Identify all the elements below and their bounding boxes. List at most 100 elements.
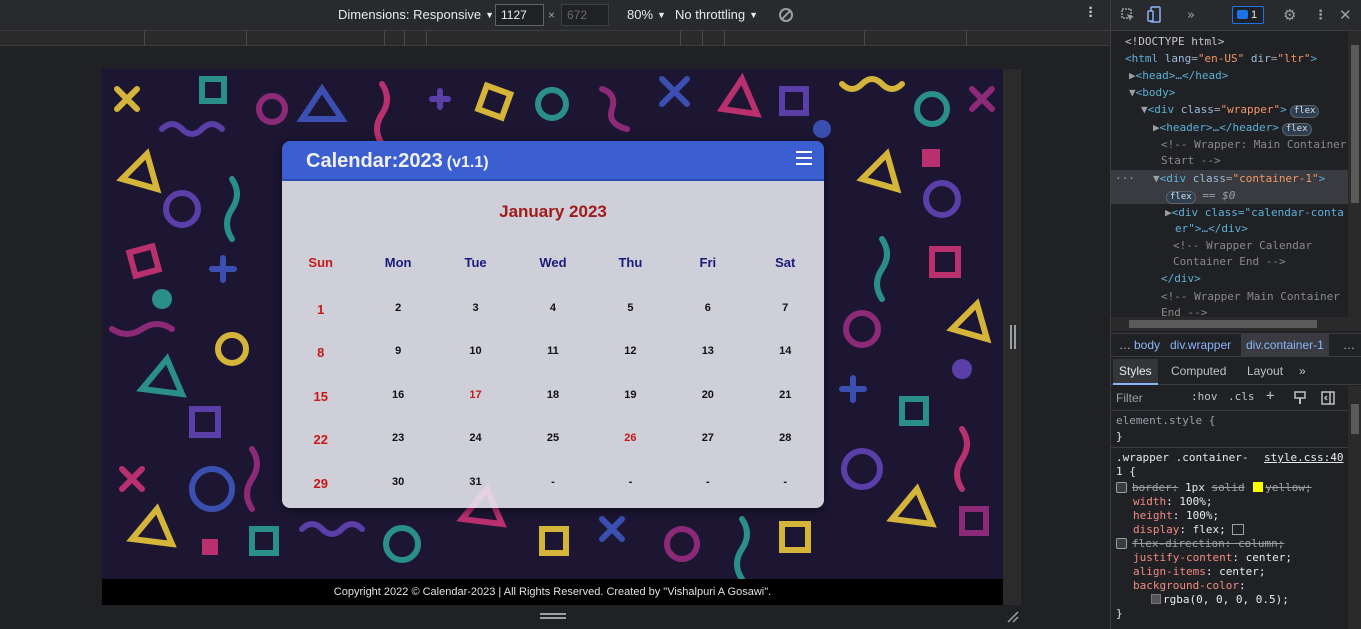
prop-background-color-value[interactable]: rgba(0, 0, 0, 0.5); — [1149, 593, 1289, 607]
day-cell[interactable]: 27 — [669, 429, 746, 472]
day-cell[interactable]: 12 — [592, 342, 669, 385]
element-style-rule[interactable]: element.style { — [1116, 414, 1215, 428]
prop-border[interactable]: border: 1px solid yellow; — [1116, 481, 1312, 495]
comment-node[interactable]: Start --> — [1161, 152, 1348, 169]
wrapper-node[interactable]: ▼<div class="wrapper"> flex — [1141, 101, 1348, 118]
tree-vertical-scrollbar[interactable] — [1348, 31, 1361, 317]
comment-node[interactable]: Container End --> — [1173, 253, 1348, 270]
prop-height[interactable]: height: 100%; — [1133, 509, 1219, 523]
calendar-container-node-cont[interactable]: er">…</div> — [1175, 220, 1348, 237]
day-cell[interactable]: 15 — [282, 386, 359, 429]
rotate-icon[interactable] — [779, 8, 793, 22]
comment-node[interactable]: <!-- Wrapper Main Container — [1161, 288, 1348, 305]
rule-selector[interactable]: .wrapper .container- — [1116, 451, 1248, 465]
day-cell[interactable]: 30 — [359, 473, 436, 508]
property-checkbox[interactable] — [1116, 482, 1127, 493]
prop-flex-direction[interactable]: flex-direction: column; — [1116, 537, 1284, 551]
width-input[interactable]: 1127 — [495, 4, 544, 26]
resize-handle-right[interactable] — [1010, 325, 1016, 349]
tab-layout[interactable]: Layout — [1241, 359, 1289, 385]
settings-gear-icon[interactable]: ⚙ — [1283, 6, 1296, 24]
day-cell[interactable]: 18 — [514, 386, 591, 429]
more-options-icon[interactable]: · · · — [1087, 1, 1095, 25]
comment-node[interactable]: End --> — [1161, 304, 1348, 317]
breadcrumb-container[interactable]: div.container-1 — [1241, 334, 1329, 356]
day-cell[interactable]: 28 — [747, 429, 824, 472]
day-cell[interactable]: 6 — [669, 299, 746, 342]
menu-icon[interactable] — [796, 151, 812, 165]
head-node[interactable]: ▶<head>…</head> — [1129, 67, 1348, 84]
prop-width[interactable]: width: 100%; — [1133, 495, 1213, 509]
day-cell[interactable]: 21 — [747, 386, 824, 429]
holiday-cell[interactable]: 26 — [592, 429, 669, 472]
day-cell[interactable]: 1 — [282, 299, 359, 342]
doctype-node[interactable]: <!DOCTYPE html> — [1125, 33, 1348, 50]
header-node[interactable]: ▶<header>…</header> flex — [1153, 119, 1348, 136]
color-swatch[interactable] — [1253, 482, 1264, 492]
day-cell[interactable]: 23 — [359, 429, 436, 472]
prop-background-color[interactable]: background-color: — [1133, 579, 1246, 593]
tree-horizontal-scrollbar[interactable] — [1111, 317, 1361, 331]
day-cell[interactable]: 24 — [437, 429, 514, 472]
day-cell[interactable]: 14 — [747, 342, 824, 385]
container-node-selected[interactable]: ··· ▼<div class="container-1"> — [1111, 170, 1348, 187]
day-cell[interactable]: 10 — [437, 342, 514, 385]
styles-filter-input[interactable]: Filter — [1116, 390, 1178, 407]
tab-computed[interactable]: Computed — [1165, 359, 1232, 385]
html-node[interactable]: <html lang="en-US" dir="ltr"> — [1125, 50, 1348, 67]
day-cell[interactable]: 20 — [669, 386, 746, 429]
comment-node[interactable]: <!-- Wrapper: Main Container — [1161, 136, 1348, 153]
inspect-element-icon[interactable] — [1121, 8, 1135, 22]
sidebar-toggle-icon[interactable] — [1321, 391, 1335, 405]
day-cell[interactable]: 29 — [282, 473, 359, 508]
breadcrumb-wrapper[interactable]: div.wrapper — [1170, 334, 1231, 356]
throttling-dropdown[interactable]: No throttling ▼ — [675, 7, 758, 22]
styles-scrollbar[interactable] — [1348, 386, 1361, 629]
close-icon[interactable]: ✕ — [1339, 6, 1352, 24]
breadcrumb-overflow[interactable]: … — [1119, 334, 1131, 356]
day-cell[interactable]: 11 — [514, 342, 591, 385]
issues-badge[interactable]: 1 — [1232, 6, 1264, 24]
day-cell[interactable]: 9 — [359, 342, 436, 385]
holiday-cell[interactable]: 17 — [437, 386, 514, 429]
day-cell[interactable]: 2 — [359, 299, 436, 342]
day-cell[interactable]: 8 — [282, 342, 359, 385]
comment-node[interactable]: <!-- Wrapper Calendar — [1173, 237, 1348, 254]
height-input[interactable]: 672 — [561, 4, 609, 26]
paint-brush-icon[interactable] — [1293, 391, 1307, 405]
color-swatch[interactable] — [1151, 594, 1161, 604]
hover-state-toggle[interactable]: :hov — [1191, 390, 1218, 403]
zoom-dropdown[interactable]: 80% ▼ — [627, 7, 666, 22]
prop-align-items[interactable]: align-items: center; — [1133, 565, 1265, 579]
day-cell[interactable]: 3 — [437, 299, 514, 342]
prop-display[interactable]: display: flex; — [1133, 523, 1245, 537]
prop-justify-content[interactable]: justify-content: center; — [1133, 551, 1292, 565]
breadcrumb-overflow-right[interactable]: … — [1343, 334, 1355, 356]
day-cell[interactable]: 25 — [514, 429, 591, 472]
add-rule-icon[interactable]: + — [1266, 388, 1274, 404]
day-cell[interactable]: 19 — [592, 386, 669, 429]
container-node-selected-badge[interactable]: flex == $0 — [1111, 187, 1348, 204]
body-node[interactable]: ▼<body> — [1129, 84, 1348, 101]
day-cell[interactable]: 4 — [514, 299, 591, 342]
resize-corner-icon[interactable] — [1006, 610, 1020, 624]
resize-handle-bottom[interactable] — [540, 613, 566, 619]
rule-source-link[interactable]: style.css:40 — [1264, 451, 1343, 465]
day-cell[interactable]: 22 — [282, 429, 359, 472]
dimensions-dropdown[interactable]: Dimensions: Responsive ▼ — [338, 7, 494, 22]
more-tabs-icon[interactable]: » — [1293, 359, 1312, 385]
property-checkbox[interactable] — [1116, 538, 1127, 549]
day-cell[interactable]: 7 — [747, 299, 824, 342]
flex-editor-icon[interactable] — [1232, 524, 1245, 535]
more-tabs-icon[interactable]: » — [1187, 8, 1195, 23]
calendar-container-node[interactable]: ▶<div class="calendar-conta — [1165, 204, 1348, 221]
devtools-menu-icon[interactable]: ⋮ — [1314, 8, 1327, 23]
day-cell[interactable]: 31 — [437, 473, 514, 508]
rule-selector-cont[interactable]: 1 { — [1116, 465, 1136, 479]
breadcrumb-body[interactable]: body — [1134, 334, 1160, 356]
day-cell[interactable]: 13 — [669, 342, 746, 385]
media-query-ruler[interactable] — [0, 31, 1110, 46]
tab-styles[interactable]: Styles — [1113, 359, 1158, 385]
device-toggle-icon[interactable] — [1147, 6, 1161, 23]
day-cell[interactable]: 16 — [359, 386, 436, 429]
